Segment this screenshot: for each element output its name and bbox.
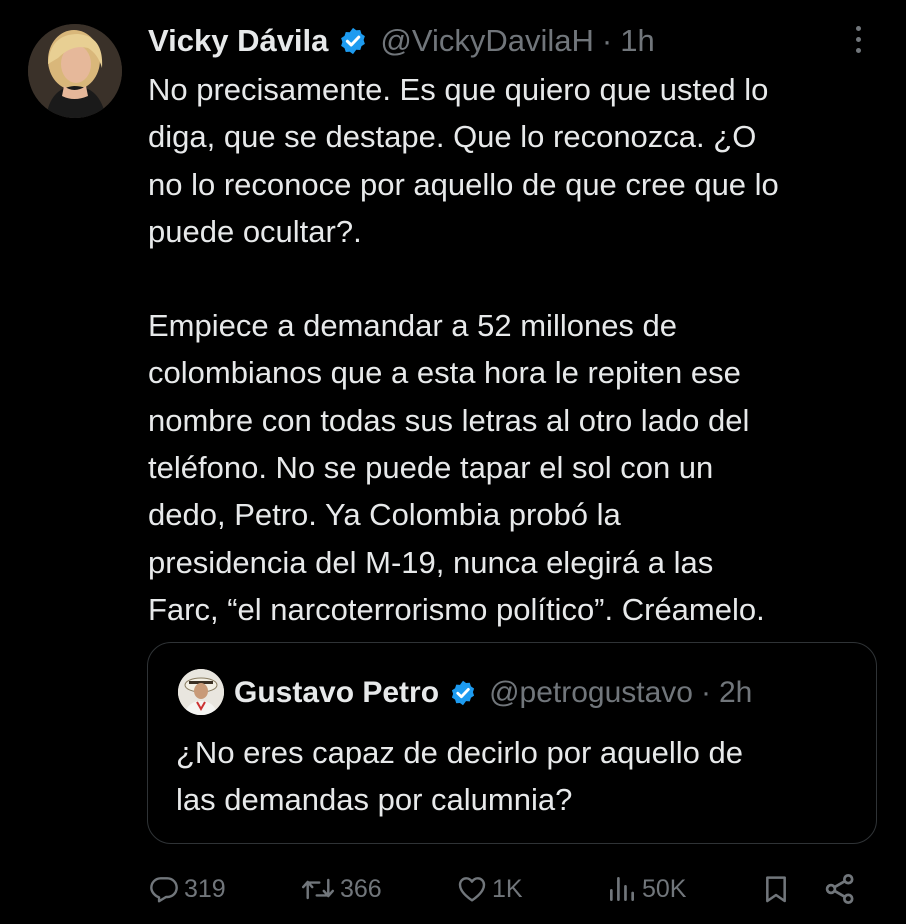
- action-bar: 319 366 1K 50K: [148, 866, 878, 912]
- quoted-avatar-image: [178, 669, 224, 715]
- repost-count: 366: [340, 874, 382, 903]
- share-icon: [825, 874, 854, 904]
- quoted-line: ¿No eres capaz de decirlo por aquello de: [176, 735, 743, 770]
- verified-badge-icon: [451, 680, 475, 706]
- views-icon: [610, 877, 634, 901]
- reply-count: 319: [184, 874, 226, 903]
- tweet-line: colombianos que a esta hora le repiten e…: [148, 355, 741, 391]
- bookmark-button[interactable]: [760, 866, 792, 912]
- quoted-header: Gustavo Petro @petrogustavo · 2h: [234, 671, 752, 715]
- tweet-line: Farc, “el narcoterrorismo político”. Cré…: [148, 591, 765, 627]
- author-handle[interactable]: @VickyDavilaH: [380, 23, 594, 59]
- avatar-image: [28, 24, 122, 118]
- verified-badge-icon: [341, 27, 366, 55]
- tweet-line: teléfono. No se puede tapar el sol con u…: [148, 450, 714, 486]
- reply-icon: [150, 877, 178, 903]
- tweet-text: No precisamente. Es que quiero que usted…: [148, 66, 888, 633]
- author-name[interactable]: Vicky Dávila: [148, 23, 328, 59]
- reply-button[interactable]: 319: [148, 866, 226, 912]
- tweet-line: puede ocultar?.: [148, 213, 362, 249]
- views-button[interactable]: 50K: [606, 866, 686, 912]
- quoted-text: ¿No eres capaz de decirlo por aquello de…: [176, 729, 866, 823]
- tweet-line: presidencia del M-19, nunca elegirá a la…: [148, 544, 714, 580]
- views-count: 50K: [642, 874, 687, 903]
- quoted-author-avatar: [178, 669, 224, 715]
- share-button[interactable]: [822, 866, 858, 912]
- separator-dot: ·: [700, 676, 711, 709]
- tweet-header: Vicky Dávila @VickyDavilaH · 1h: [148, 18, 655, 64]
- quoted-line: las demandas por calumnia?: [176, 782, 573, 817]
- separator-dot: ·: [601, 23, 613, 58]
- like-button[interactable]: 1K: [456, 866, 523, 912]
- like-icon: [458, 877, 486, 902]
- quoted-time: 2h: [718, 676, 753, 709]
- bookmark-icon: [766, 876, 786, 903]
- more-icon[interactable]: [846, 26, 870, 62]
- repost-icon: [301, 878, 335, 900]
- like-count: 1K: [492, 874, 523, 903]
- repost-button[interactable]: 366: [300, 866, 382, 912]
- tweet-line: dedo, Petro. Ya Colombia probó la: [148, 497, 621, 533]
- tweet-line: nombre con todas sus letras al otro lado…: [148, 402, 750, 438]
- quoted-tweet[interactable]: Gustavo Petro @petrogustavo · 2h ¿No ere…: [147, 642, 877, 844]
- tweet-line: diga, que se destape. Que lo reconozca. …: [148, 119, 757, 155]
- tweet-line: Empiece a demandar a 52 millones de: [148, 308, 678, 344]
- quoted-author-name[interactable]: Gustavo Petro: [234, 676, 439, 710]
- author-avatar[interactable]: [28, 24, 122, 118]
- quoted-author-handle[interactable]: @petrogustavo: [489, 676, 693, 710]
- tweet-time[interactable]: 1h: [620, 23, 654, 59]
- tweet-line: No precisamente. Es que quiero que usted…: [148, 72, 769, 107]
- tweet-line: no lo reconoce por aquello de que cree q…: [148, 166, 779, 202]
